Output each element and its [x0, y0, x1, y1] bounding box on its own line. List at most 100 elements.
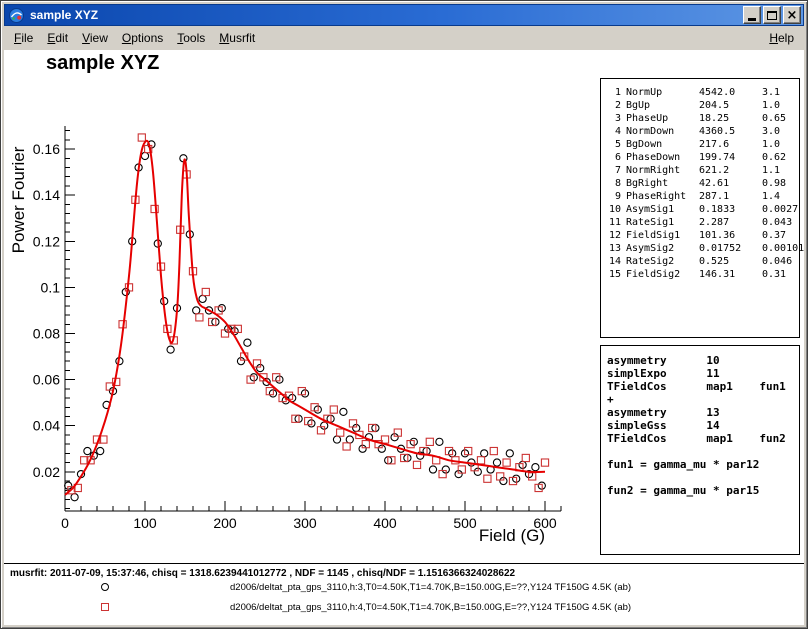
param-error: 0.98	[762, 177, 796, 190]
data-point-circle	[532, 464, 539, 471]
param-error: 0.65	[762, 112, 796, 125]
menu-item-view[interactable]: View	[75, 28, 115, 48]
root-canvas: sample XYZ 0.020.040.060.080.10.120.140.…	[4, 50, 804, 625]
param-value: 0.1833	[699, 203, 757, 216]
menu-item-edit[interactable]: Edit	[40, 28, 75, 48]
param-error: 3.0	[762, 125, 796, 138]
x-axis-title: Field (G)	[479, 526, 545, 545]
theory-box: asymmetry 10simplExpo 11TFieldCos map1 f…	[600, 345, 800, 555]
data-point-square	[138, 134, 145, 141]
param-name: BgDown	[626, 138, 694, 151]
fit-curve	[65, 141, 545, 495]
menubar: FileEditViewOptionsToolsMusrfit Help	[4, 26, 804, 50]
param-error: 3.1	[762, 86, 796, 99]
param-error: 0.31	[762, 268, 796, 281]
legend-entry: d2006/deltat_pta_gps_3110,h:4,T0=4.50K,T…	[4, 598, 804, 618]
window-controls: ×	[741, 6, 801, 24]
param-error: 1.1	[762, 164, 796, 177]
data-point-circle	[506, 450, 513, 457]
param-value: 42.61	[699, 177, 757, 190]
window-title: sample XYZ	[30, 8, 741, 22]
data-point-square	[426, 438, 433, 445]
param-value: 0.01752	[699, 242, 757, 255]
legend-label: d2006/deltat_pta_gps_3110,h:3,T0=4.50K,T…	[230, 582, 631, 593]
menu-item-options[interactable]: Options	[115, 28, 170, 48]
param-name: BgRight	[626, 177, 694, 190]
param-no: 15	[605, 268, 621, 281]
menu-item-help[interactable]: Help	[762, 28, 801, 48]
data-point-circle	[340, 408, 347, 415]
legend-entry: d2006/deltat_pta_gps_3110,h:3,T0=4.50K,T…	[4, 578, 804, 598]
param-error: 0.0027	[762, 203, 798, 216]
param-no: 9	[605, 190, 621, 203]
data-point-circle	[199, 295, 206, 302]
maximize-button[interactable]	[763, 6, 781, 24]
menu-group-right: Help	[762, 28, 801, 48]
theory-line	[607, 471, 799, 484]
menu-item-musrfit[interactable]: Musrfit	[212, 28, 262, 48]
data-point-circle	[71, 494, 78, 501]
data-point-circle	[244, 339, 251, 346]
param-error: 1.0	[762, 138, 796, 151]
param-no: 8	[605, 177, 621, 190]
parameter-row: 2BgUp204.51.0	[605, 99, 796, 112]
maximize-icon	[767, 11, 777, 20]
param-name: NormDown	[626, 125, 694, 138]
param-name: RateSig1	[626, 216, 694, 229]
param-no: 13	[605, 242, 621, 255]
param-no: 4	[605, 125, 621, 138]
x-tick-label: 200	[213, 515, 237, 531]
y-axis-title: Power Fourier	[9, 146, 28, 253]
y-tick-label: 0.16	[33, 141, 60, 157]
parameter-row: 9PhaseRight287.11.4	[605, 190, 796, 203]
minimize-button[interactable]	[743, 6, 761, 24]
param-value: 199.74	[699, 151, 757, 164]
param-name: PhaseUp	[626, 112, 694, 125]
theory-line: TFieldCos map1 fun2	[607, 432, 799, 445]
x-tick-label: 100	[133, 515, 157, 531]
param-value: 2.287	[699, 216, 757, 229]
param-name: NormUp	[626, 86, 694, 99]
theory-line	[607, 445, 799, 458]
param-no: 6	[605, 151, 621, 164]
param-no: 12	[605, 229, 621, 242]
param-error: 1.0	[762, 99, 796, 112]
param-value: 101.36	[699, 229, 757, 242]
theory-line: simpleGss 14	[607, 419, 799, 432]
data-point-square	[330, 406, 337, 413]
menu-group-left: FileEditViewOptionsToolsMusrfit	[7, 28, 262, 48]
data-point-circle	[429, 466, 436, 473]
theory-line: fun2 = gamma_mu * par15	[607, 484, 799, 497]
param-no: 11	[605, 216, 621, 229]
param-name: NormRight	[626, 164, 694, 177]
theory-block: asymmetry 10simplExpo 11TFieldCos map1 f…	[607, 354, 799, 497]
data-point-circle	[481, 450, 488, 457]
y-tick-label: 0.1	[41, 279, 61, 295]
menu-item-tools[interactable]: Tools	[170, 28, 212, 48]
theory-line: +	[607, 393, 799, 406]
param-name: FieldSig1	[626, 229, 694, 242]
param-no: 10	[605, 203, 621, 216]
theory-line: TFieldCos map1 fun1	[607, 380, 799, 393]
param-value: 4542.0	[699, 86, 757, 99]
param-name: RateSig2	[626, 255, 694, 268]
titlebar[interactable]: sample XYZ ×	[4, 4, 804, 26]
parameters-box: 1NormUp4542.03.12BgUp204.51.03PhaseUp18.…	[600, 78, 800, 338]
data-point-square	[490, 447, 497, 454]
parameter-row: 14RateSig20.5250.046	[605, 255, 796, 268]
menu-item-file[interactable]: File	[7, 28, 40, 48]
param-no: 1	[605, 86, 621, 99]
close-button[interactable]: ×	[783, 6, 801, 24]
parameter-row: 5BgDown217.61.0	[605, 138, 796, 151]
param-name: PhaseDown	[626, 151, 694, 164]
data-point-square	[484, 475, 491, 482]
param-error: 0.043	[762, 216, 796, 229]
minimize-icon	[748, 18, 756, 21]
parameter-row: 3PhaseUp18.250.65	[605, 112, 796, 125]
app-icon[interactable]	[8, 7, 24, 23]
param-no: 14	[605, 255, 621, 268]
parameter-row: 8 BgRight 42.61 0.98	[605, 177, 796, 190]
param-error: 0.00101	[762, 242, 804, 255]
param-value: 18.25	[699, 112, 757, 125]
data-point-square	[337, 429, 344, 436]
